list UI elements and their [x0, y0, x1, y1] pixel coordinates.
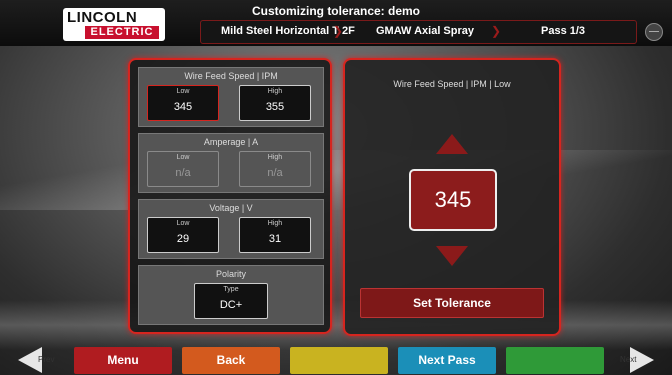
prev-button[interactable]: Prev [18, 347, 54, 373]
lincoln-electric-logo: LINCOLN ELECTRIC [63, 8, 165, 41]
voltage-group: Voltage | V Low 29 High 31 [138, 199, 324, 259]
tolerance-list-panel: Wire Feed Speed | IPM Low 345 High 355 A… [128, 58, 332, 334]
header-bar: Customizing tolerance: demo LINCOLN ELEC… [0, 0, 672, 46]
value-editor-panel: Wire Feed Speed | IPM | Low 345 Set Tole… [343, 58, 561, 336]
chevron-right-icon: ❯ [491, 24, 502, 38]
globe-icon[interactable] [645, 23, 663, 41]
wfs-high-field[interactable]: High 355 [239, 85, 311, 121]
background-streak [0, 150, 672, 210]
green-button[interactable] [506, 347, 604, 374]
breadcrumb-pass[interactable]: Pass 1/3 [541, 25, 585, 37]
increase-arrow-icon[interactable] [436, 134, 468, 154]
next-button[interactable]: Next [620, 347, 654, 373]
next-pass-button[interactable]: Next Pass [398, 347, 496, 374]
amperage-group: Amperage | A Low n/a High n/a [138, 133, 324, 193]
yellow-button[interactable] [290, 347, 388, 374]
decrease-arrow-icon[interactable] [436, 246, 468, 266]
polarity-group: Polarity Type DC+ [138, 265, 324, 325]
wfs-low-field[interactable]: Low 345 [147, 85, 219, 121]
voltage-high-field[interactable]: High 31 [239, 217, 311, 253]
editor-label: Wire Feed Speed | IPM | Low [393, 79, 511, 89]
menu-button[interactable]: Menu [74, 347, 172, 374]
background-glare [0, 300, 672, 350]
footer-bar: Prev Menu Back Next Pass Next [0, 345, 672, 375]
editor-value-display: 345 [409, 169, 497, 231]
chevron-right-icon: ❯ [333, 24, 344, 38]
amperage-high-field: High n/a [239, 151, 311, 187]
breadcrumb: Mild Steel Horizontal T 2F ❯ GMAW Axial … [200, 20, 637, 44]
polarity-type-field[interactable]: Type DC+ [194, 283, 268, 319]
breadcrumb-process[interactable]: GMAW Axial Spray [376, 25, 474, 37]
back-button[interactable]: Back [182, 347, 280, 374]
amperage-low-field: Low n/a [147, 151, 219, 187]
set-tolerance-button[interactable]: Set Tolerance [360, 288, 544, 318]
wire-feed-speed-group: Wire Feed Speed | IPM Low 345 High 355 [138, 67, 324, 127]
voltage-low-field[interactable]: Low 29 [147, 217, 219, 253]
